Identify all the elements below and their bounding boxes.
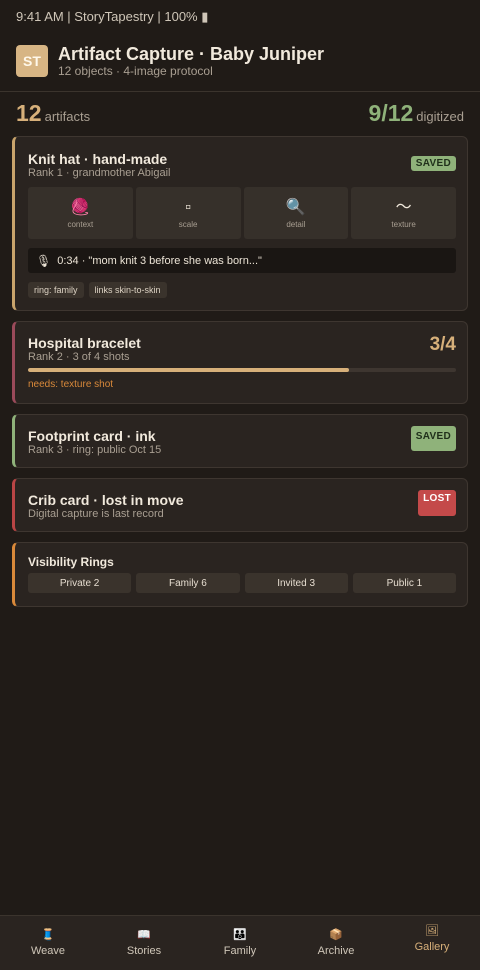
nav-family[interactable]: 👪 Family <box>192 916 288 970</box>
summary-bar: 12 artifacts 9/12 digitized <box>16 100 464 127</box>
nav-label: Stories <box>126 945 162 957</box>
artifacts-label: artifacts <box>44 109 91 124</box>
nav-label: Gallery <box>414 941 450 953</box>
artifact-title: Knit hat · hand-made <box>28 151 168 167</box>
shot-label: context <box>67 219 94 229</box>
microphone-icon: 🎙 <box>36 253 52 268</box>
shot-progress-fill <box>28 368 349 372</box>
nav-label: Weave <box>30 945 66 957</box>
tag-ring[interactable]: ring: family <box>28 282 84 298</box>
thread-icon: 🧵 <box>41 929 55 941</box>
artifact-subtitle: Rank 1 · grandmother Abigail <box>28 167 171 179</box>
shot-label: scale <box>178 219 198 229</box>
picture-icon: 🖼 <box>425 925 439 937</box>
nav-label: Family <box>223 945 257 957</box>
shot-detail[interactable]: 🔍 detail <box>243 187 349 239</box>
magnifier-icon: 🔍 <box>285 198 306 216</box>
shot-context[interactable]: 🧶 context <box>28 187 133 239</box>
shot-label: texture <box>391 219 416 229</box>
artifact-card-hospital-bracelet[interactable]: Hospital bracelet Rank 2 · 3 of 4 shots … <box>12 321 468 404</box>
visibility-rings-card: Visibility Rings Private 2 Family 6 Invi… <box>12 542 468 607</box>
shot-progress-count: 3/4 <box>429 334 456 355</box>
yarn-ball-icon: 🧶 <box>70 198 91 216</box>
status-bar: 9:41 AM | StoryTapestry | 100% ▮ <box>16 9 209 24</box>
ring-family[interactable]: Family 6 <box>136 573 240 593</box>
shot-progress-bar <box>28 368 456 372</box>
artifact-card-knit-hat[interactable]: Knit hat · hand-made Rank 1 · grandmothe… <box>12 136 468 311</box>
header-text: Artifact Capture · Baby Juniper 12 objec… <box>58 44 324 78</box>
artifact-card-crib[interactable]: Crib card · lost in move Digital capture… <box>12 478 468 532</box>
nav-label: Archive <box>317 945 355 957</box>
shot-scale[interactable]: ▫ scale <box>135 187 241 239</box>
rings-grid: Private 2 Family 6 Invited 3 Public 1 <box>28 573 456 593</box>
lost-badge: LOST <box>418 490 456 516</box>
artifact-subtitle: Rank 2 · 3 of 4 shots <box>28 351 130 363</box>
shot-label: detail <box>286 219 306 229</box>
visibility-rings-title: Visibility Rings <box>28 555 114 569</box>
tag-link[interactable]: links skin-to-skin <box>88 282 167 298</box>
artifact-title: Crib card · lost in move <box>28 492 184 508</box>
box-icon: 📦 <box>329 929 343 941</box>
shot-texture[interactable]: 〜 texture <box>351 187 456 239</box>
digitized-summary: 9/12 digitized <box>369 100 464 127</box>
tag-row: ring: family links skin-to-skin <box>28 282 167 298</box>
digitized-count: 9/12 <box>368 100 414 126</box>
nav-gallery[interactable]: 🖼 Gallery <box>384 916 480 970</box>
audio-note-text: 0:34 · "mom knit 3 before she was born..… <box>57 254 262 267</box>
audio-note[interactable]: 🎙 0:34 · "mom knit 3 before she was born… <box>28 248 456 273</box>
nav-archive[interactable]: 📦 Archive <box>288 916 384 970</box>
wave-icon: 〜 <box>395 198 412 216</box>
book-icon: 📖 <box>137 929 151 941</box>
artifacts-summary: 12 artifacts <box>16 100 90 127</box>
family-icon: 👪 <box>233 929 247 941</box>
needs-note: needs: texture shot <box>28 379 114 390</box>
digitized-label: digitized <box>416 109 464 124</box>
app-avatar[interactable]: ST <box>16 45 48 77</box>
page-title: Artifact Capture · Baby Juniper <box>58 44 325 64</box>
page-subtitle: 12 objects · 4-image protocol <box>58 64 213 78</box>
artifact-title: Hospital bracelet <box>28 335 141 351</box>
saved-badge: SAVED <box>410 426 456 451</box>
saved-badge: SAVED <box>410 156 456 171</box>
nav-stories[interactable]: 📖 Stories <box>96 916 192 970</box>
ring-private[interactable]: Private 2 <box>28 573 132 593</box>
page-header: ST Artifact Capture · Baby Juniper 12 ob… <box>16 44 464 78</box>
artifacts-count: 12 <box>16 100 42 126</box>
bottom-nav: 🧵 Weave 📖 Stories 👪 Family 📦 Archive 🖼 G… <box>0 915 480 970</box>
ring-invited[interactable]: Invited 3 <box>244 573 348 593</box>
square-icon: ▫ <box>185 198 191 216</box>
artifact-subtitle: Digital capture is last record <box>28 508 164 520</box>
nav-weave[interactable]: 🧵 Weave <box>0 916 96 970</box>
artifact-card-footprint[interactable]: Footprint card · ink Rank 3 · ring: publ… <box>12 414 468 468</box>
header-divider <box>0 91 480 92</box>
artifact-subtitle: Rank 3 · ring: public Oct 15 <box>28 444 162 456</box>
ring-public[interactable]: Public 1 <box>352 573 456 593</box>
artifact-title: Footprint card · ink <box>28 428 156 444</box>
shot-grid: 🧶 context ▫ scale 🔍 detail 〜 texture <box>28 187 456 239</box>
